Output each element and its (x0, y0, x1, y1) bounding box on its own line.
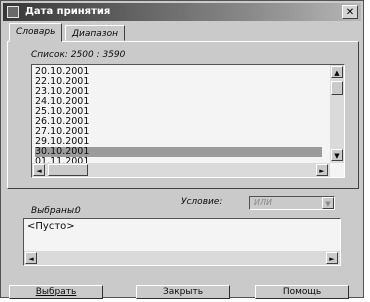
close-button[interactable]: Закрыть (136, 285, 230, 299)
window-menu-icon[interactable] (7, 6, 19, 18)
selected-count: 0 (75, 206, 81, 216)
scroll-down-icon[interactable]: ▼ (331, 149, 343, 161)
condition-select[interactable]: ИЛИ ▼ (249, 196, 335, 210)
scroll-left-icon[interactable]: ◄ (33, 164, 45, 176)
condition-value: ИЛИ (254, 198, 272, 207)
date-list[interactable]: 20.10.2001 22.10.2001 23.10.2001 24.10.2001… (31, 64, 345, 178)
horizontal-scroll-thumb[interactable] (48, 164, 88, 176)
vertical-scroll-thumb[interactable] (331, 81, 343, 95)
scroll-left-icon[interactable]: ◄ (25, 252, 37, 264)
list-header: Список: 2500 : 3590 (31, 50, 126, 60)
condition-label: Условие: (181, 197, 223, 207)
list-vertical-scrollbar[interactable]: ▲ ▼ (330, 65, 344, 163)
title-bar[interactable]: Дата принятия ✕ (3, 3, 361, 21)
help-button[interactable]: Помощь (255, 285, 349, 299)
empty-placeholder: <Пусто> (27, 221, 75, 232)
close-window-button[interactable]: ✕ (342, 5, 358, 19)
list-horizontal-scrollbar[interactable]: ◄ ► (32, 163, 330, 177)
selected-label: Выбраны: (31, 206, 78, 216)
tab-dictionary[interactable]: Словарь (9, 23, 63, 42)
tab-range[interactable]: Диапазон (65, 25, 125, 41)
selected-horizontal-scrollbar[interactable]: ◄ ► (24, 251, 340, 265)
chevron-down-icon[interactable]: ▼ (322, 197, 334, 209)
window-title: Дата принятия (25, 6, 111, 17)
scroll-up-icon[interactable]: ▲ (331, 66, 343, 78)
date-dialog: Дата принятия ✕ Словарь Диапазон Список:… (0, 0, 364, 299)
select-button[interactable]: Выбрать (9, 285, 103, 299)
scroll-right-icon[interactable]: ► (316, 164, 328, 176)
selected-items-list[interactable]: <Пусто> ◄ ► (23, 218, 341, 266)
scroll-right-icon[interactable]: ► (326, 252, 338, 264)
